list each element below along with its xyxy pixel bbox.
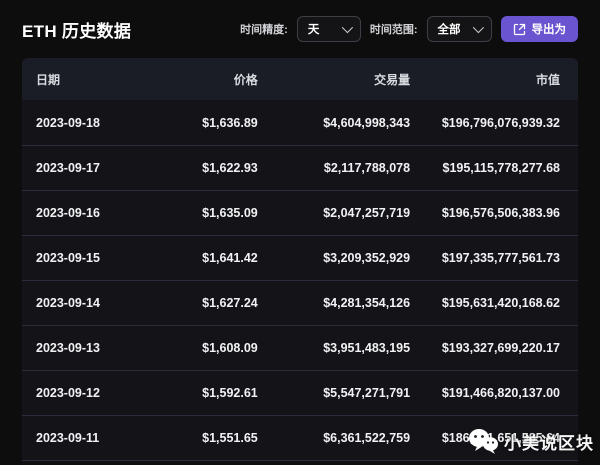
topbar: ETH 历史数据 时间精度: 天 时间范围: 全部 导出为: [0, 0, 600, 58]
time-range-label: 时间范围:: [370, 21, 418, 37]
time-precision-label: 时间精度:: [240, 21, 288, 37]
table-row: 2023-09-12$1,592.61$5,547,271,791$191,46…: [22, 370, 578, 415]
cell-price: $1,592.61: [155, 386, 257, 400]
cell-date: 2023-09-11: [22, 431, 155, 445]
column-header-volume: 交易量: [258, 71, 410, 88]
next-row-sliver: [22, 460, 578, 465]
cell-date: 2023-09-18: [22, 116, 155, 130]
cell-date: 2023-09-15: [22, 251, 155, 265]
cell-mcap: $186,541,651,585.64: [410, 431, 578, 445]
cell-date: 2023-09-14: [22, 296, 155, 310]
table-body: 2023-09-18$1,636.89$4,604,998,343$196,79…: [22, 100, 578, 460]
export-button-label: 导出为: [532, 21, 567, 37]
history-table: 日期 价格 交易量 市值 2023-09-18$1,636.89$4,604,9…: [22, 58, 578, 465]
cell-volume: $4,604,998,343: [258, 116, 410, 130]
time-precision-select[interactable]: 天: [297, 16, 361, 42]
table-row: 2023-09-13$1,608.09$3,951,483,195$193,32…: [22, 325, 578, 370]
cell-price: $1,636.89: [155, 116, 257, 130]
table-row: 2023-09-15$1,641.42$3,209,352,929$197,33…: [22, 235, 578, 280]
cell-date: 2023-09-16: [22, 206, 155, 220]
export-icon: [513, 23, 526, 36]
cell-volume: $6,361,522,759: [258, 431, 410, 445]
table-row: 2023-09-18$1,636.89$4,604,998,343$196,79…: [22, 100, 578, 145]
header-controls: 时间精度: 天 时间范围: 全部 导出为: [240, 16, 578, 42]
cell-date: 2023-09-12: [22, 386, 155, 400]
cell-volume: $5,547,271,791: [258, 386, 410, 400]
time-range-value: 全部: [438, 21, 461, 37]
chevron-down-icon: [472, 22, 483, 33]
cell-date: 2023-09-13: [22, 341, 155, 355]
table-header-row: 日期 价格 交易量 市值: [22, 58, 578, 100]
cell-mcap: $197,335,777,561.73: [410, 251, 578, 265]
cell-volume: $3,951,483,195: [258, 341, 410, 355]
cell-mcap: $196,576,506,383.96: [410, 206, 578, 220]
cell-mcap: $195,631,420,168.62: [410, 296, 578, 310]
cell-volume: $2,047,257,719: [258, 206, 410, 220]
table-row: 2023-09-17$1,622.93$2,117,788,078$195,11…: [22, 145, 578, 190]
table-row: 2023-09-16$1,635.09$2,047,257,719$196,57…: [22, 190, 578, 235]
export-button[interactable]: 导出为: [501, 16, 579, 42]
cell-price: $1,627.24: [155, 296, 257, 310]
cell-mcap: $191,466,820,137.00: [410, 386, 578, 400]
table-row: 2023-09-14$1,627.24$4,281,354,126$195,63…: [22, 280, 578, 325]
cell-mcap: $193,327,699,220.17: [410, 341, 578, 355]
cell-mcap: $196,796,076,939.32: [410, 116, 578, 130]
cell-price: $1,641.42: [155, 251, 257, 265]
table-row: 2023-09-11$1,551.65$6,361,522,759$186,54…: [22, 415, 578, 460]
cell-price: $1,551.65: [155, 431, 257, 445]
column-header-price: 价格: [155, 71, 257, 88]
time-range-select[interactable]: 全部: [427, 16, 492, 42]
chevron-down-icon: [342, 22, 353, 33]
cell-price: $1,622.93: [155, 161, 257, 175]
cell-volume: $4,281,354,126: [258, 296, 410, 310]
column-header-date: 日期: [22, 71, 155, 88]
cell-price: $1,635.09: [155, 206, 257, 220]
time-precision-value: 天: [308, 21, 320, 37]
cell-date: 2023-09-17: [22, 161, 155, 175]
cell-mcap: $195,115,778,277.68: [410, 161, 578, 175]
cell-volume: $2,117,788,078: [258, 161, 410, 175]
cell-volume: $3,209,352,929: [258, 251, 410, 265]
cell-price: $1,608.09: [155, 341, 257, 355]
column-header-mcap: 市值: [410, 71, 578, 88]
page-title: ETH 历史数据: [22, 17, 131, 42]
